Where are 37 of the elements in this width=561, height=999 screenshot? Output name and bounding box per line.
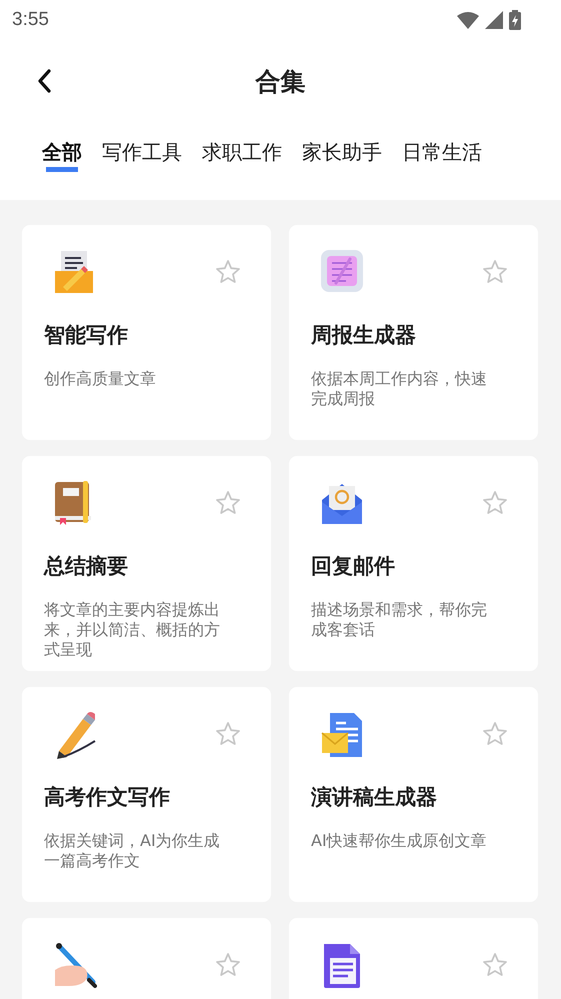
signal-icon [485, 11, 503, 29]
tool-card[interactable]: 回复邮件 描述场景和需求，帮你完成客套话 [289, 456, 538, 671]
star-icon[interactable] [215, 952, 241, 978]
card-title: 智能写作 [44, 322, 129, 349]
page-title: 合集 [256, 66, 306, 98]
card-title: 高考作文写作 [44, 784, 171, 811]
card-description: 依据关键词，AI为你生成一篇高考作文 [44, 831, 221, 871]
tool-card[interactable]: 演讲稿生成器 AI快速帮你生成原创文章 [289, 687, 538, 902]
star-icon[interactable] [482, 952, 508, 978]
category-tab[interactable]: 写作工具 [102, 139, 182, 176]
category-tab[interactable]: 家长助手 [302, 139, 382, 176]
star-icon[interactable] [482, 490, 508, 516]
star-icon[interactable] [215, 490, 241, 516]
status-time: 3:55 [12, 9, 49, 31]
card-title: 总结摘要 [44, 553, 129, 580]
tool-card[interactable]: 智能写作 创作高质量文章 [22, 225, 271, 440]
card-title: 演讲稿生成器 [311, 784, 438, 811]
category-tab[interactable]: 日常生活 [402, 139, 482, 176]
battery-icon [509, 10, 521, 30]
tool-card[interactable]: 周报生成器 依据本周工作内容，快速完成周报 [289, 225, 538, 440]
card-description: 将文章的主要内容提炼出来，并以简洁、概括的方式呈现 [44, 600, 221, 660]
card-title: 周报生成器 [311, 322, 417, 349]
card-title: 回复邮件 [311, 553, 396, 580]
wifi-icon [457, 11, 479, 29]
tool-card[interactable]: 高考作文写作 依据关键词，AI为你生成一篇高考作文 [22, 687, 271, 902]
document-envelope-icon [320, 711, 364, 759]
star-icon[interactable] [482, 721, 508, 747]
star-icon[interactable] [215, 721, 241, 747]
card-description: 描述场景和需求，帮你完成客套话 [311, 600, 488, 640]
card-description: 创作高质量文章 [44, 369, 157, 389]
category-tab[interactable]: 求职工作 [202, 139, 282, 176]
card-description: 依据本周工作内容，快速完成周报 [311, 369, 488, 409]
star-icon[interactable] [482, 259, 508, 285]
card-description: AI快速帮你生成原创文章 [311, 831, 488, 851]
hand-with-pen-icon [53, 942, 97, 990]
star-icon[interactable] [215, 259, 241, 285]
tool-card[interactable]: 总结摘要 将文章的主要内容提炼出来，并以简洁、概括的方式呈现 [22, 456, 271, 671]
